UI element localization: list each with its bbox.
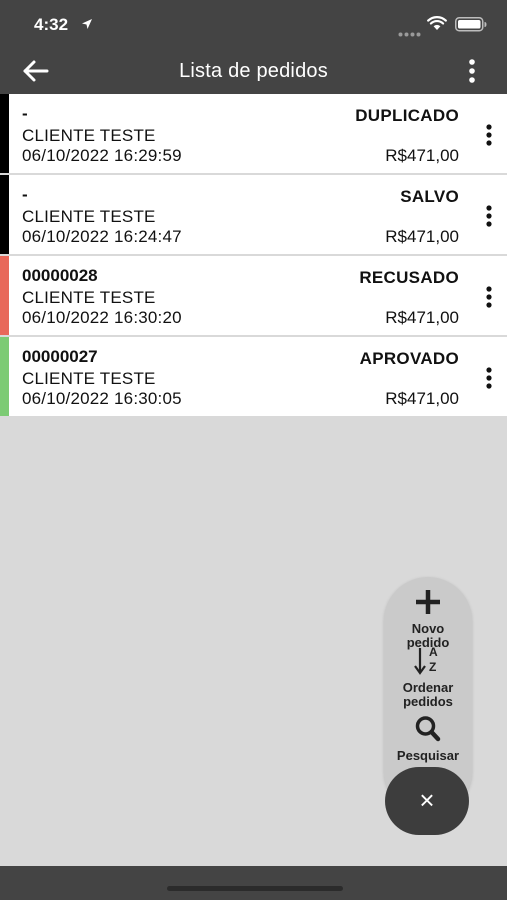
order-datetime: 06/10/2022 16:30:20 (22, 308, 182, 327)
new-order-button[interactable]: Novo pedido (384, 587, 472, 650)
location-arrow-icon (81, 17, 93, 35)
sort-orders-label-line1: Ordenar (402, 680, 454, 695)
order-options-button[interactable] (480, 366, 498, 390)
order-options-button[interactable] (480, 123, 498, 147)
order-client: CLIENTE TESTE (22, 126, 156, 145)
status-stripe (0, 175, 9, 254)
overflow-menu-button[interactable] (460, 56, 484, 86)
search-label: Pesquisar (396, 748, 460, 763)
sort-icon-letter-a: A (429, 645, 438, 659)
home-indicator (167, 886, 343, 891)
sort-az-icon: A Z (411, 645, 445, 676)
order-total: R$471,00 (385, 308, 459, 327)
bottom-bar (0, 866, 507, 900)
order-datetime: 06/10/2022 16:24:47 (22, 227, 182, 246)
order-datetime: 06/10/2022 16:30:05 (22, 389, 182, 408)
status-stripe (0, 94, 9, 173)
order-status: SALVO (400, 187, 459, 206)
close-icon: × (419, 785, 435, 815)
order-status: APROVADO (359, 349, 459, 368)
order-total: R$471,00 (385, 146, 459, 165)
more-vertical-icon (469, 59, 475, 83)
status-time: 4:32 (34, 15, 69, 34)
order-client: CLIENTE TESTE (22, 369, 156, 388)
order-total: R$471,00 (385, 227, 459, 246)
order-card[interactable]: - SALVO CLIENTE TESTE 06/10/2022 16:24:4… (0, 175, 507, 256)
order-options-button[interactable] (480, 204, 498, 228)
order-total: R$471,00 (385, 389, 459, 408)
order-status: DUPLICADO (355, 106, 459, 125)
order-card[interactable]: - DUPLICADO CLIENTE TESTE 06/10/2022 16:… (0, 94, 507, 175)
search-icon (415, 716, 441, 742)
order-client: CLIENTE TESTE (22, 207, 156, 226)
order-number: - (22, 104, 28, 123)
status-bar: 4:32 (0, 0, 507, 48)
more-vertical-icon (486, 367, 492, 389)
status-stripe (0, 337, 9, 416)
order-card[interactable]: 00000027 APROVADO CLIENTE TESTE 06/10/20… (0, 337, 507, 418)
battery-icon (455, 17, 487, 37)
status-stripe (0, 256, 9, 335)
order-datetime: 06/10/2022 16:29:59 (22, 146, 182, 165)
new-order-label-line1: Novo (411, 621, 445, 636)
close-fab-button[interactable]: × (385, 767, 469, 835)
plus-icon (416, 590, 440, 614)
page-title: Lista de pedidos (179, 60, 328, 82)
app-bar: Lista de pedidos (0, 48, 507, 94)
sort-orders-button[interactable]: A Z Ordenar pedidos (384, 645, 472, 709)
search-button[interactable]: Pesquisar (384, 714, 472, 763)
order-status: RECUSADO (359, 268, 459, 287)
order-card[interactable]: 00000028 RECUSADO CLIENTE TESTE 06/10/20… (0, 256, 507, 337)
more-vertical-icon (486, 286, 492, 308)
wifi-icon (427, 16, 447, 36)
order-list: - DUPLICADO CLIENTE TESTE 06/10/2022 16:… (0, 94, 507, 418)
order-number: 00000028 (22, 266, 98, 285)
sort-icon-letter-z: Z (429, 660, 437, 674)
cellular-signal-icon (398, 24, 422, 42)
order-options-button[interactable] (480, 285, 498, 309)
order-number: - (22, 185, 28, 204)
order-client: CLIENTE TESTE (22, 288, 156, 307)
more-vertical-icon (486, 205, 492, 227)
more-vertical-icon (486, 124, 492, 146)
sort-orders-label-line2: pedidos (403, 694, 453, 709)
order-number: 00000027 (22, 347, 98, 366)
